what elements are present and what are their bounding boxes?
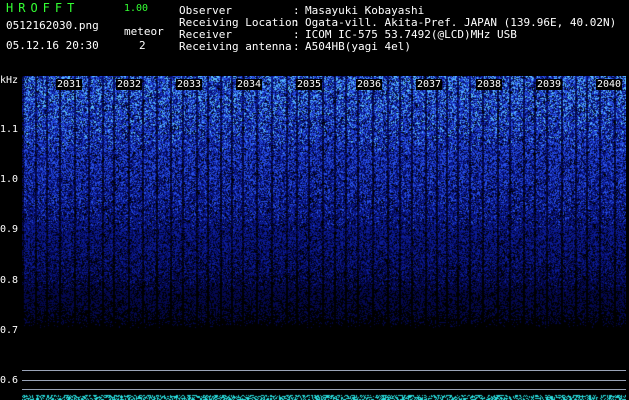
y-tick-label: 0.9: [0, 224, 19, 235]
time-tick-label: 2031: [56, 79, 83, 90]
time-tick-label: 2039: [536, 79, 563, 90]
spectrogram: kHz 1.1 1.0 0.9 0.8 0.7 0.6 2031 2032 20…: [0, 75, 629, 400]
y-tick-label: 1.0: [0, 174, 19, 185]
antenna-value: A504HB(yagi 4el): [305, 40, 411, 53]
antenna-sep: :: [293, 40, 300, 53]
meteor-label: meteor: [124, 25, 164, 38]
antenna-key: Receiving antenna: [179, 40, 292, 53]
time-tick-label: 2038: [476, 79, 503, 90]
reference-line: [22, 370, 626, 371]
y-axis-unit: kHz: [0, 75, 19, 86]
y-tick-label: 0.8: [0, 275, 19, 286]
header-filename: 0512162030.png: [6, 19, 99, 32]
reference-line: [22, 380, 626, 381]
time-tick-label: 2034: [236, 79, 263, 90]
y-tick-label: 0.6: [0, 375, 19, 386]
time-tick-label: 2035: [296, 79, 323, 90]
y-tick-label: 0.7: [0, 325, 19, 336]
time-tick-label: 2037: [416, 79, 443, 90]
time-tick-label: 2032: [116, 79, 143, 90]
time-tick-label: 2036: [356, 79, 383, 90]
app-version: 1.00: [124, 3, 149, 14]
reference-line: [22, 389, 626, 390]
app-title: HROFFT: [6, 1, 80, 15]
y-tick-label: 1.1: [0, 124, 19, 135]
meteor-count: 2: [139, 39, 146, 52]
time-tick-label: 2033: [176, 79, 203, 90]
time-tick-label: 2040: [596, 79, 623, 90]
spectrogram-canvas: [22, 76, 626, 400]
header-datetime: 05.12.16 20:30: [6, 39, 99, 52]
